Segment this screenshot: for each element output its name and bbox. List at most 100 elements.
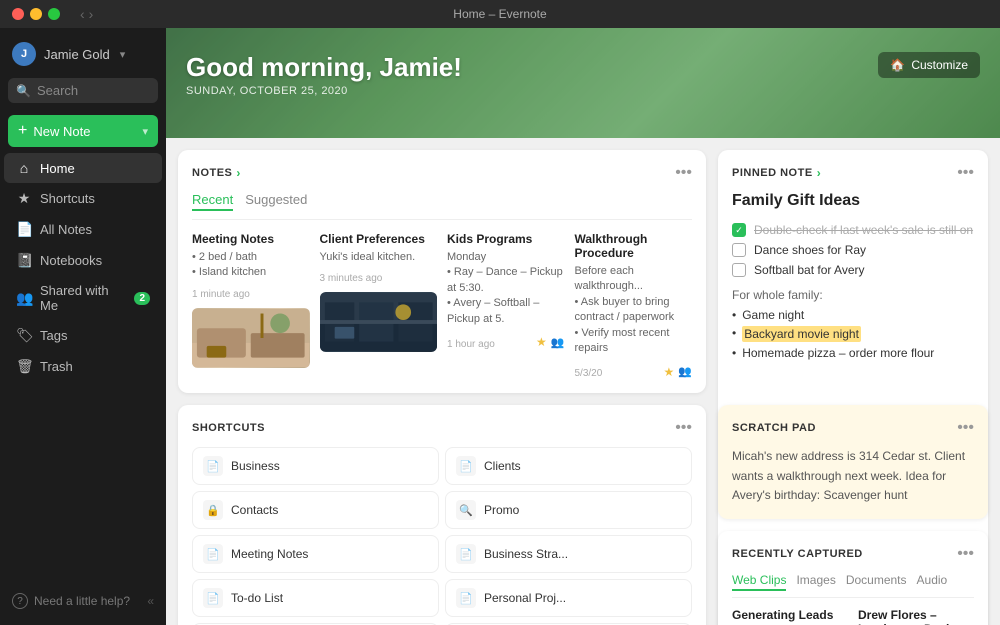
recent-menu[interactable]: ••• — [957, 545, 974, 563]
shortcuts-menu[interactable]: ••• — [675, 419, 692, 437]
checklist-item: Dance shoes for Ray — [732, 240, 974, 260]
checkbox[interactable] — [732, 263, 746, 277]
pinned-menu[interactable]: ••• — [957, 164, 974, 182]
tab-web-clips[interactable]: Web Clips — [732, 573, 786, 591]
note-time: 3 minutes ago — [320, 273, 438, 284]
sidebar-item-shared[interactable]: 👥 Shared with Me 2 — [4, 276, 162, 320]
pinned-header: PINNED NOTE › ••• — [732, 164, 974, 182]
tags-icon: 🏷 — [16, 327, 32, 344]
back-arrow[interactable]: ‹ — [80, 6, 85, 22]
help-button[interactable]: ? Need a little help? « — [0, 585, 166, 617]
note-bullet: • Verify most recent repairs — [575, 326, 693, 357]
sidebar-item-all-notes[interactable]: 📄 All Notes — [4, 214, 162, 245]
notes-header: NOTES › ••• — [192, 164, 692, 182]
shortcuts-card: SHORTCUTS ••• 📄 Business 📄 Clients — [178, 405, 706, 625]
shortcut-item[interactable]: 📄 Clients — [445, 447, 692, 485]
sidebar-item-notebooks[interactable]: 📓 Notebooks — [4, 245, 162, 276]
shared-badge: 2 — [134, 292, 150, 305]
sidebar-item-label: Tags — [40, 328, 67, 343]
collapse-icon[interactable]: « — [147, 594, 154, 608]
note-title: Meeting Notes — [192, 232, 310, 246]
checklist-item: ✓ Double-check if last week's sale is st… — [732, 220, 974, 240]
shortcut-label: Contacts — [231, 503, 278, 517]
scratch-menu[interactable]: ••• — [957, 419, 974, 437]
fullscreen-button[interactable] — [48, 8, 60, 20]
tab-images[interactable]: Images — [796, 573, 835, 591]
shortcut-label: To-do List — [231, 591, 283, 605]
note-item[interactable]: Walkthrough Procedure Before each walkth… — [575, 232, 693, 379]
tab-suggested[interactable]: Suggested — [245, 192, 307, 211]
scratch-title: SCRATCH PAD — [732, 422, 816, 434]
bullet-item: • Backyard movie night — [732, 324, 974, 344]
note-content: Before each walkthrough... • Ask buyer t… — [575, 264, 693, 356]
note-item[interactable]: Client Preferences Yuki's ideal kitchen.… — [320, 232, 438, 379]
bottom-right: SCRATCH PAD ••• Micah's new address is 3… — [718, 405, 988, 625]
close-button[interactable] — [12, 8, 24, 20]
sidebar-item-label: Shared with Me — [40, 283, 126, 313]
shortcuts-header: SHORTCUTS ••• — [192, 419, 692, 437]
shortcut-item[interactable]: 🔒 Contacts — [192, 491, 439, 529]
recent-item[interactable]: Generating Leads Market fluctuations dwi… — [732, 608, 848, 625]
shortcut-item[interactable]: 📄 Personal Proj... — [445, 579, 692, 617]
shared-people-icon: 👥 — [678, 365, 692, 378]
forward-arrow[interactable]: › — [89, 6, 94, 22]
search-button[interactable]: 🔍 Search — [8, 78, 158, 103]
note-item[interactable]: Meeting Notes • 2 bed / bath • Island ki… — [192, 232, 310, 379]
shortcut-item[interactable]: 📄 Business — [192, 447, 439, 485]
star-icon: ★ — [536, 335, 547, 349]
note-title: Kids Programs — [447, 232, 565, 246]
recently-captured-card: RECENTLY CAPTURED ••• Web Clips Images D… — [718, 531, 988, 625]
customize-button[interactable]: 🏠 Customize — [878, 52, 980, 78]
notes-arrow[interactable]: › — [236, 166, 241, 180]
username: Jamie Gold — [44, 47, 110, 62]
tab-recent[interactable]: Recent — [192, 192, 233, 211]
title-bar: ‹ › Home – Evernote — [0, 0, 1000, 28]
notes-grid: Meeting Notes • 2 bed / bath • Island ki… — [192, 232, 692, 379]
shortcut-item[interactable]: 📄 Business Stra... — [445, 535, 692, 573]
checkbox[interactable]: ✓ — [732, 223, 746, 237]
nav-arrows: ‹ › — [80, 6, 93, 22]
note-content: Yuki's ideal kitchen. — [320, 250, 438, 265]
bullet-text: Game night — [742, 308, 804, 322]
sidebar-item-label: All Notes — [40, 222, 92, 237]
bottom-left: SHORTCUTS ••• 📄 Business 📄 Clients — [178, 405, 706, 625]
shared-icon: 👥 — [16, 290, 32, 307]
note-bullet: • Ray – Dance – Pickup at 5:30. — [447, 265, 565, 296]
checklist-item: Softball bat for Avery — [732, 260, 974, 280]
sidebar-item-tags[interactable]: 🏷 Tags — [4, 320, 162, 351]
sidebar-item-trash[interactable]: 🗑 Trash — [4, 351, 162, 382]
thumb-living-room — [192, 308, 310, 368]
pinned-title-section: PINNED NOTE › — [732, 166, 821, 180]
pinned-arrow[interactable]: › — [817, 166, 822, 180]
greeting-text: Good morning, Jamie! — [186, 52, 462, 83]
help-icon: ? — [12, 593, 28, 609]
bullet-item: • Homemade pizza – order more flour — [732, 344, 974, 362]
recent-item[interactable]: Drew Flores – Landscape Design Web Portf… — [858, 608, 974, 625]
tab-documents[interactable]: Documents — [846, 573, 907, 591]
shortcut-icon: 📄 — [203, 456, 223, 476]
notes-title: NOTES › — [192, 166, 241, 180]
main-content: Good morning, Jamie! SUNDAY, OCTOBER 25,… — [166, 28, 1000, 625]
note-item[interactable]: Kids Programs Monday • Ray – Dance – Pic… — [447, 232, 565, 379]
checkbox[interactable] — [732, 243, 746, 257]
notes-menu[interactable]: ••• — [675, 164, 692, 182]
shortcut-icon: 📄 — [456, 544, 476, 564]
note-content: • 2 bed / bath • Island kitchen — [192, 250, 310, 281]
new-note-button[interactable]: + New Note ▾ — [8, 115, 158, 147]
shortcut-label: Personal Proj... — [484, 591, 566, 605]
note-title: Walkthrough Procedure — [575, 232, 693, 260]
sidebar-item-shortcuts[interactable]: ★ Shortcuts — [4, 183, 162, 214]
bullet-text: Homemade pizza – order more flour — [742, 346, 934, 360]
recent-title: RECENTLY CAPTURED — [732, 548, 863, 560]
sidebar-item-home[interactable]: ⌂ Home — [4, 153, 162, 183]
notebook-icon: 📓 — [16, 252, 32, 269]
note-time: 1 minute ago — [192, 289, 310, 300]
shortcut-item[interactable]: 📄 Meeting Notes — [192, 535, 439, 573]
shortcut-item[interactable]: 🔍 Promo — [445, 491, 692, 529]
notes-icon: 📄 — [16, 221, 32, 238]
scratch-content[interactable]: Micah's new address is 314 Cedar st. Cli… — [732, 447, 974, 505]
minimize-button[interactable] — [30, 8, 42, 20]
shortcut-item[interactable]: 📄 To-do List — [192, 579, 439, 617]
tab-audio[interactable]: Audio — [917, 573, 948, 591]
user-menu[interactable]: J Jamie Gold ▾ — [0, 36, 166, 72]
